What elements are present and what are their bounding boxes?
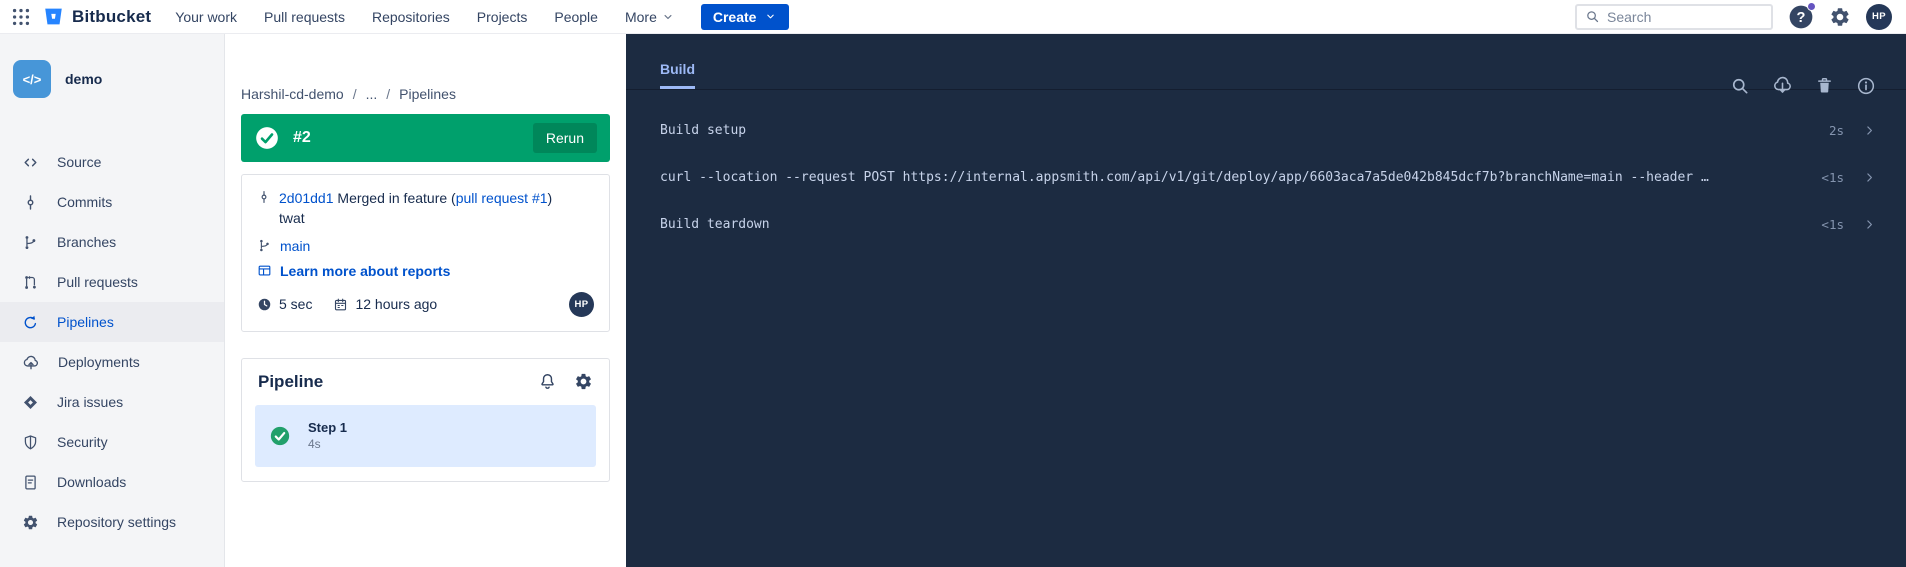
pipeline-section-title: Pipeline <box>258 372 323 392</box>
app-switcher-icon[interactable] <box>10 6 32 28</box>
breadcrumb-current[interactable]: Pipelines <box>399 86 456 102</box>
pipelines-icon <box>22 314 39 331</box>
commit-card: 2d01dd1 Merged in feature (pull request … <box>241 174 610 332</box>
commit-description: twat <box>257 208 594 228</box>
commit-icon <box>257 190 271 208</box>
commit-hash-link[interactable]: 2d01dd1 <box>279 190 334 206</box>
breadcrumb-collapsed[interactable]: ... <box>366 86 378 102</box>
top-nav: Bitbucket Your work Pull requests Reposi… <box>0 0 1906 34</box>
search-icon[interactable] <box>1730 76 1750 96</box>
success-check-icon <box>254 125 280 151</box>
log-toolbar <box>1730 75 1876 96</box>
tab-build[interactable]: Build <box>660 61 695 89</box>
info-icon[interactable] <box>1856 76 1876 96</box>
nav-more[interactable]: More <box>625 9 675 25</box>
step-success-check-icon <box>269 425 291 447</box>
chevron-down-icon <box>661 10 675 24</box>
sidebar-item-deployments[interactable]: Deployments <box>0 342 224 382</box>
search-icon <box>1585 9 1600 24</box>
chevron-right-icon <box>1863 124 1876 137</box>
chevron-right-icon <box>1863 218 1876 231</box>
create-button[interactable]: Create <box>701 4 790 30</box>
bell-icon[interactable] <box>538 372 557 391</box>
sidebar-item-source[interactable]: Source <box>0 142 224 182</box>
settings-gear-icon[interactable] <box>1829 6 1851 28</box>
repo-header[interactable]: </> demo <box>0 34 224 104</box>
run-time-ago: 12 hours ago <box>355 296 437 312</box>
log-row-list: Build setup 2s curl --location --request… <box>626 107 1906 248</box>
step-name: Step 1 <box>308 420 347 435</box>
sidebar-item-pull-requests[interactable]: Pull requests <box>0 262 224 302</box>
help-button[interactable] <box>1788 4 1814 30</box>
shield-icon <box>22 434 39 451</box>
run-duration: 5 sec <box>279 296 312 312</box>
build-log-panel: Build Build setup 2s curl --location --r… <box>626 34 1906 567</box>
nav-pull-requests[interactable]: Pull requests <box>264 9 345 25</box>
document-icon <box>22 474 39 491</box>
log-tab-bar: Build <box>626 34 1906 90</box>
log-row-build-teardown[interactable]: Build teardown <1s <box>626 201 1906 248</box>
nav-people[interactable]: People <box>554 9 598 25</box>
repo-avatar: </> <box>13 60 51 98</box>
branch-icon <box>257 238 272 253</box>
pipeline-steps-card: Pipeline Step 1 4s <box>241 358 610 482</box>
sidebar-item-branches[interactable]: Branches <box>0 222 224 262</box>
run-author-avatar[interactable]: HP <box>569 292 594 317</box>
reports-link[interactable]: Learn more about reports <box>280 263 450 279</box>
commit-message: 2d01dd1 Merged in feature (pull request … <box>279 188 552 208</box>
trash-icon[interactable] <box>1815 76 1834 95</box>
log-row-duration: <1s <box>1821 170 1844 185</box>
branch-icon <box>22 234 39 251</box>
pull-request-icon <box>22 274 39 291</box>
sidebar-item-downloads[interactable]: Downloads <box>0 462 224 502</box>
user-avatar[interactable]: HP <box>1866 4 1892 30</box>
sidebar-item-repository-settings[interactable]: Repository settings <box>0 502 224 542</box>
primary-nav: Your work Pull requests Repositories Pro… <box>175 9 675 25</box>
run-number: #2 <box>293 129 311 147</box>
step-duration: 4s <box>308 437 347 451</box>
cloud-upload-icon <box>22 353 40 371</box>
reports-icon <box>257 263 272 278</box>
log-row-duration: <1s <box>1821 217 1844 232</box>
gear-icon <box>22 514 39 531</box>
log-row-build-setup[interactable]: Build setup 2s <box>626 107 1906 154</box>
sidebar-nav: Source Commits Branches Pull requests Pi… <box>0 142 224 542</box>
clock-icon <box>257 297 272 312</box>
pull-request-link[interactable]: pull request #1 <box>456 190 548 206</box>
calendar-icon <box>333 297 348 312</box>
jira-diamond-icon <box>22 394 39 411</box>
bitbucket-logo[interactable]: Bitbucket <box>42 5 151 28</box>
log-row-duration: 2s <box>1829 123 1844 138</box>
sidebar-item-security[interactable]: Security <box>0 422 224 462</box>
chevron-right-icon <box>1863 171 1876 184</box>
run-status-banner: #2 Rerun <box>241 114 610 162</box>
breadcrumb-repo[interactable]: Harshil-cd-demo <box>241 86 344 102</box>
bitbucket-mark-icon <box>42 5 65 28</box>
chevron-down-icon <box>764 10 777 23</box>
breadcrumb: Harshil-cd-demo / ... / Pipelines <box>241 86 610 102</box>
search-input[interactable] <box>1607 9 1763 25</box>
notification-dot <box>1807 2 1816 11</box>
repo-sidebar: </> demo Source Commits Branches Pull re… <box>0 34 225 567</box>
sidebar-item-pipelines[interactable]: Pipelines <box>0 302 224 342</box>
gear-icon[interactable] <box>574 372 593 391</box>
sidebar-item-commits[interactable]: Commits <box>0 182 224 222</box>
repo-name: demo <box>65 71 102 87</box>
pipeline-summary-panel: Harshil-cd-demo / ... / Pipelines #2 Rer… <box>225 34 626 567</box>
brand-name: Bitbucket <box>72 7 151 27</box>
download-log-icon[interactable] <box>1772 75 1793 96</box>
nav-your-work[interactable]: Your work <box>175 9 237 25</box>
sidebar-item-jira-issues[interactable]: Jira issues <box>0 382 224 422</box>
code-icon <box>22 154 39 171</box>
commit-icon <box>22 194 39 211</box>
pipeline-step-row[interactable]: Step 1 4s <box>255 405 596 467</box>
global-search[interactable] <box>1575 4 1773 30</box>
nav-repositories[interactable]: Repositories <box>372 9 450 25</box>
branch-link[interactable]: main <box>280 238 310 254</box>
rerun-button[interactable]: Rerun <box>533 123 597 153</box>
nav-projects[interactable]: Projects <box>477 9 528 25</box>
log-row-curl-command[interactable]: curl --location --request POST https://i… <box>626 154 1906 201</box>
